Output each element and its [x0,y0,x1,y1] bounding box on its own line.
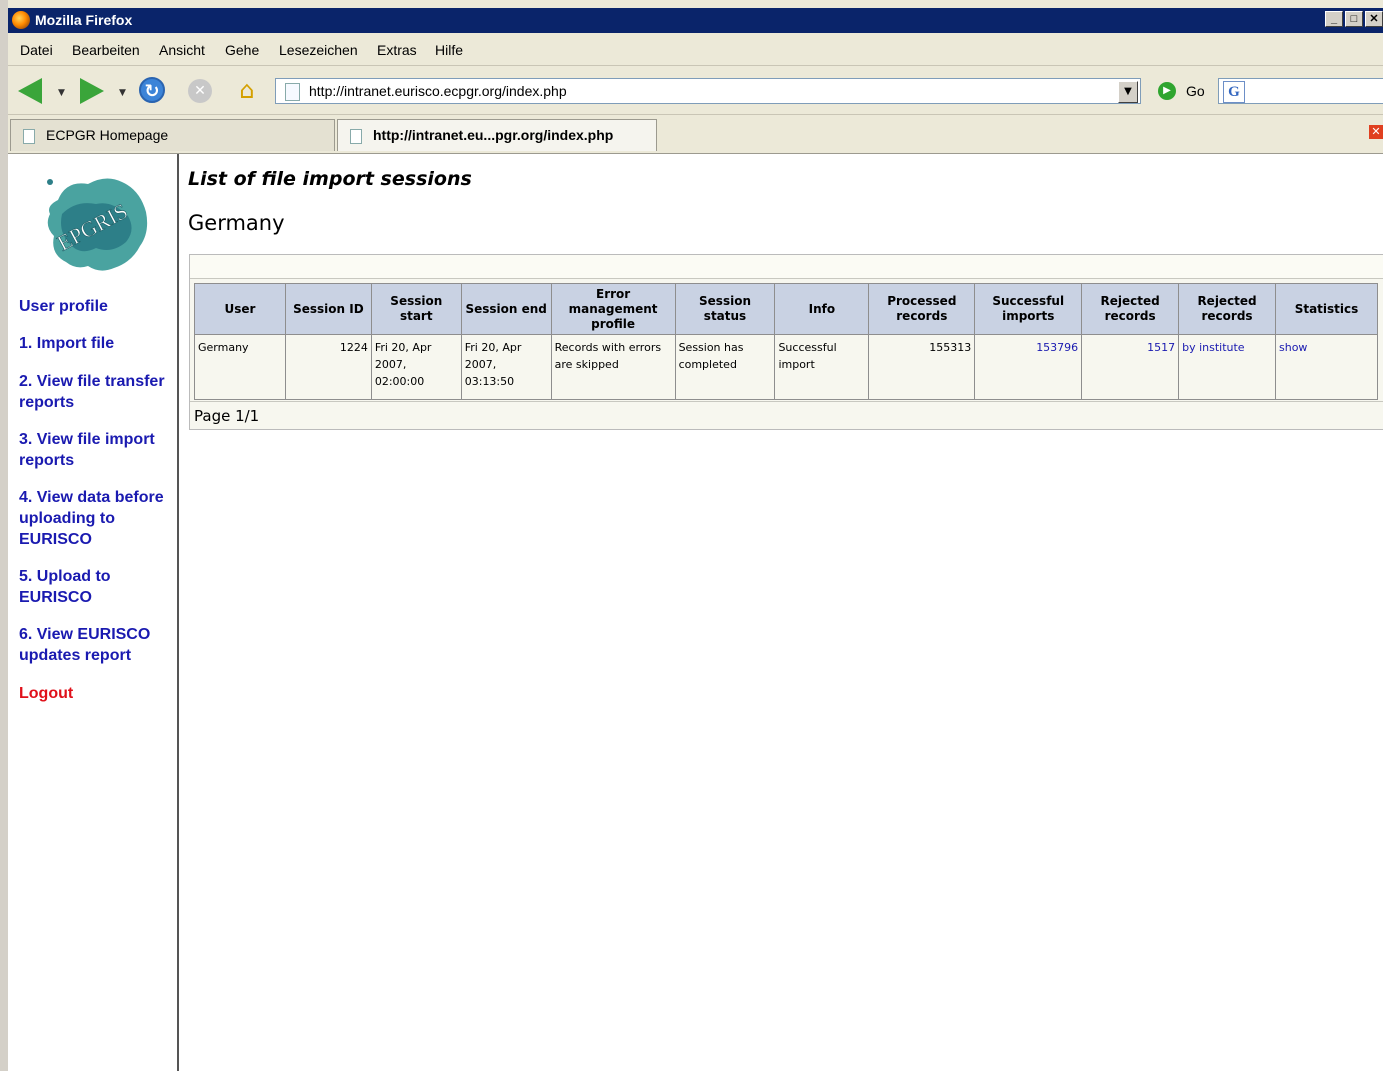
cell-processed-records: 155313 [868,334,976,400]
cell-session-end: Fri 20, Apr 2007, 03:13:50 [460,334,552,400]
navigation-toolbar: ▼ ▼ ↻ ✕ ⌂ http://intranet.eurisco.ecpgr.… [8,66,1383,115]
cell-session-start: Fri 20, Apr 2007, 02:00:00 [370,334,462,400]
back-history-dropdown-icon[interactable]: ▼ [58,88,65,98]
sidebar: EPGRIS User profile 1. Import file 2. Vi… [8,154,179,1071]
sessions-panel: User Session ID Session start Session en… [189,254,1383,430]
cell-error-profile: Records with errors are skipped [550,334,676,400]
menu-hilfe[interactable]: Hilfe [435,42,463,58]
cell-session-id: 1224 [284,334,372,400]
sidebar-item-import-file[interactable]: 1. Import file [19,333,169,354]
column-header: Statistics [1275,283,1378,335]
column-header: Session end [460,283,552,335]
sessions-table: User Session ID Session start Session en… [194,283,1378,400]
sidebar-item-file-import-reports[interactable]: 3. View file import reports [19,429,169,471]
url-dropdown-icon[interactable]: ▼ [1118,81,1138,103]
pagination-label: Page 1/1 [194,407,260,425]
column-header: Processed records [868,283,976,335]
column-header: Session start [370,283,462,335]
page-icon [285,83,300,101]
column-header: Successful imports [974,283,1083,335]
go-button[interactable]: Go [1186,83,1205,99]
desktop-edge [0,0,8,1071]
tab-label: ECPGR Homepage [46,127,169,143]
url-text[interactable]: http://intranet.eurisco.ecpgr.org/index.… [309,83,567,99]
menu-ansicht[interactable]: Ansicht [159,42,205,58]
column-header: Rejected records [1178,283,1276,335]
firefox-icon [12,11,30,29]
panel-header-band [190,255,1383,279]
tab-bar: ECPGR Homepage http://intranet.eu...pgr.… [8,115,1383,154]
home-icon[interactable]: ⌂ [232,76,262,104]
country-heading: Germany [188,211,285,235]
menu-gehe[interactable]: Gehe [225,42,259,58]
tab-ecpgr-homepage[interactable]: ECPGR Homepage [10,119,335,151]
column-header: Info [774,283,870,335]
table-header-row: User Session ID Session start Session en… [194,283,1378,335]
ecpgr-logo: EPGRIS [36,170,152,276]
google-icon[interactable]: G [1223,81,1245,103]
stop-icon[interactable]: ✕ [188,79,212,103]
close-window-button[interactable]: ✕ [1365,11,1383,27]
sidebar-item-upload[interactable]: 5. Upload to EURISCO [19,566,169,608]
sidebar-item-logout[interactable]: Logout [19,683,169,704]
cell-session-status: Session has completed [674,334,776,400]
column-header: Error management profile [550,283,676,335]
menu-lesezeichen[interactable]: Lesezeichen [279,42,358,58]
cell-rejected-records: 1517 [1081,334,1180,400]
forward-arrow-icon[interactable] [80,78,104,104]
menu-bearbeiten[interactable]: Bearbeiten [72,42,140,58]
rejected-by-institute-link[interactable]: by institute [1182,341,1244,354]
column-header: Rejected records [1081,283,1180,335]
maximize-button[interactable]: □ [1345,11,1363,27]
menu-bar: Datei Bearbeiten Ansicht Gehe Lesezeiche… [8,35,1383,66]
cell-info: Successful import [774,334,870,400]
table-row: Germany 1224 Fri 20, Apr 2007, 02:00:00 … [194,334,1378,400]
reload-icon[interactable]: ↻ [139,77,165,103]
statistics-show-link[interactable]: show [1279,341,1307,354]
cell-user: Germany [194,334,286,400]
cell-successful-imports: 153796 [974,334,1083,400]
menu-datei[interactable]: Datei [20,42,53,58]
cell-statistics: show [1275,334,1378,400]
tab-label: http://intranet.eu...pgr.org/index.php [373,127,614,143]
title-bar: Mozilla Firefox _ □ ✕ [8,8,1383,33]
window-controls: _ □ ✕ [1325,11,1383,27]
sidebar-item-user-profile[interactable]: User profile [19,296,169,317]
main-content: List of file import sessions Germany Use… [179,154,1383,1071]
cell-rejected-by-institute: by institute [1178,334,1276,400]
sidebar-item-view-data[interactable]: 4. View data before uploading to EURISCO [19,487,169,550]
rejected-records-link[interactable]: 1517 [1147,341,1175,354]
back-arrow-icon[interactable] [18,78,42,104]
close-tab-icon[interactable]: ✕ [1369,125,1383,139]
sidebar-item-updates-report[interactable]: 6. View EURISCO updates report [19,624,169,666]
go-arrow-icon[interactable]: ▶ [1158,82,1176,100]
page-content: EPGRIS User profile 1. Import file 2. Vi… [8,154,1383,1071]
sidebar-item-file-transfer-reports[interactable]: 2. View file transfer reports [19,371,169,413]
column-header: Session ID [284,283,372,335]
page-icon [350,129,362,144]
successful-imports-link[interactable]: 153796 [1036,341,1078,354]
minimize-button[interactable]: _ [1325,11,1343,27]
column-header: User [194,283,286,335]
url-bar[interactable]: http://intranet.eurisco.ecpgr.org/index.… [275,78,1141,104]
page-title: List of file import sessions [188,168,472,190]
page-icon [23,129,35,144]
window-title: Mozilla Firefox [35,12,133,28]
panel-divider [190,401,1383,402]
menu-extras[interactable]: Extras [377,42,417,58]
tab-intranet[interactable]: http://intranet.eu...pgr.org/index.php [337,119,657,151]
column-header: Session status [674,283,776,335]
browser-window: Mozilla Firefox _ □ ✕ Datei Bearbeiten A… [8,0,1383,1071]
search-input[interactable]: G [1218,78,1383,104]
forward-history-dropdown-icon[interactable]: ▼ [119,88,126,98]
